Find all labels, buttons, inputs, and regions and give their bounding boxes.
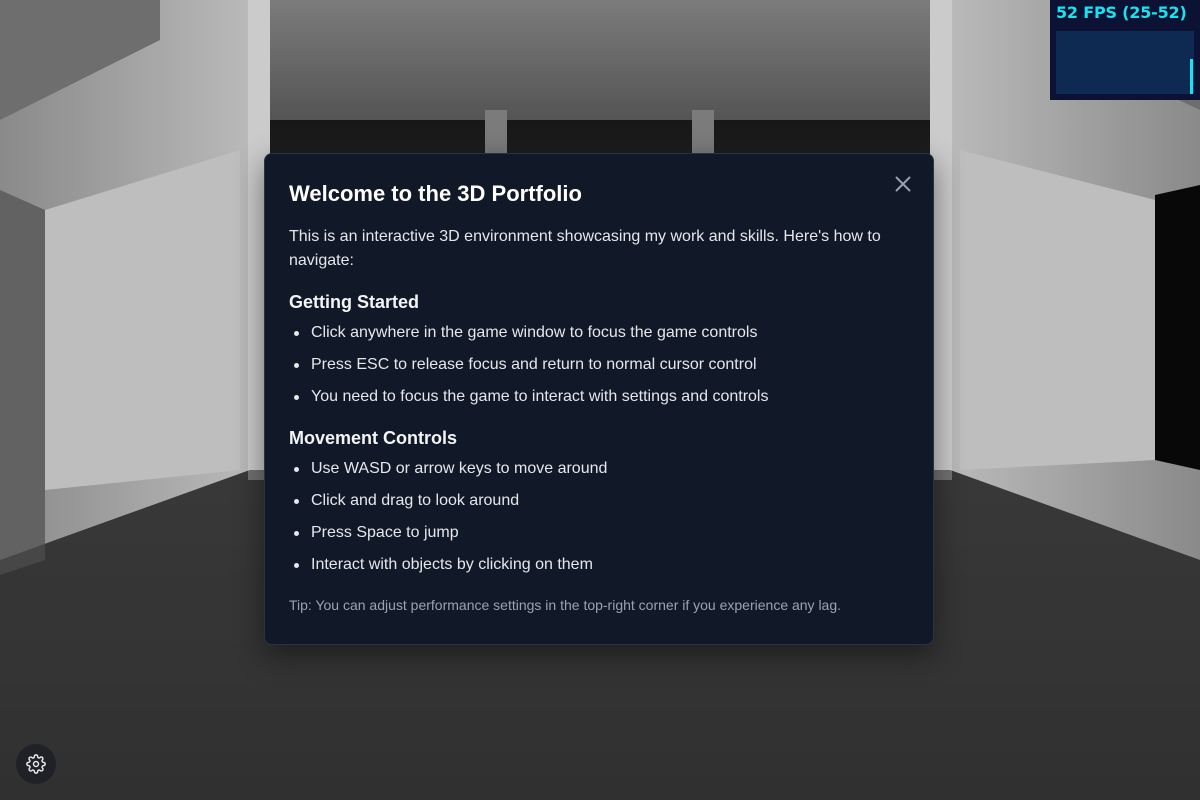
section-heading-movement-controls: Movement Controls [289, 428, 458, 448]
settings-button[interactable] [16, 744, 56, 784]
list-item: Interact with objects by clicking on the… [294, 553, 909, 577]
list-item: You need to focus the game to interact w… [294, 385, 909, 409]
gear-icon [26, 754, 46, 774]
modal-title: Welcome to the 3D Portfolio [289, 181, 582, 206]
movement-controls-list: Use WASD or arrow keys to move around Cl… [289, 457, 909, 577]
close-icon [895, 176, 911, 192]
fps-readout: 52 FPS (25-52) [1056, 3, 1187, 22]
fps-graph-bar [1190, 59, 1193, 94]
modal-intro: This is an interactive 3D environment sh… [289, 228, 881, 269]
list-item: Click anywhere in the game window to foc… [294, 321, 909, 345]
game-canvas[interactable]: 52 FPS (25-52) Welcome to the 3D Portfol… [0, 0, 1200, 800]
getting-started-list: Click anywhere in the game window to foc… [289, 321, 909, 409]
list-item: Press Space to jump [294, 521, 909, 545]
list-item: Press ESC to release focus and return to… [294, 353, 909, 377]
section-heading-getting-started: Getting Started [289, 292, 420, 312]
list-item: Use WASD or arrow keys to move around [294, 457, 909, 481]
welcome-modal: Welcome to the 3D Portfolio This is an i… [264, 153, 934, 645]
close-button[interactable] [890, 171, 916, 197]
fps-graph [1056, 31, 1194, 94]
fps-monitor[interactable]: 52 FPS (25-52) [1050, 0, 1200, 100]
list-item: Click and drag to look around [294, 489, 909, 513]
performance-tip: Tip: You can adjust performance settings… [289, 597, 842, 613]
